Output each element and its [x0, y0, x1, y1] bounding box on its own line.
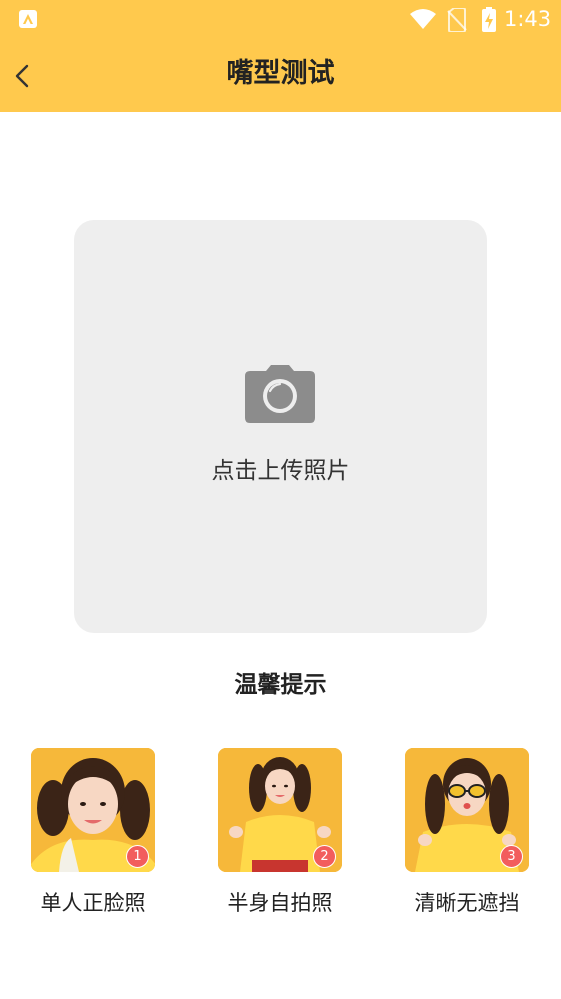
upload-photo-card[interactable]: 点击上传照片 [74, 220, 487, 633]
page-title: 嘴型测试 [226, 58, 335, 89]
unobstructed-face-photo: 3 [405, 748, 529, 872]
status-bar: 1:43 [0, 0, 561, 38]
tip-label: 清晰无遮挡 [414, 891, 520, 915]
frontal-face-photo: 1 [31, 748, 155, 872]
battery-charging-icon [482, 7, 496, 32]
tip-label: 单人正脸照 [40, 891, 146, 915]
status-time: 1:43 [504, 7, 552, 31]
back-arrow-icon [15, 64, 29, 88]
app-header: 1:43 嘴型测试 [0, 0, 561, 112]
half-body-photo: 2 [218, 748, 342, 872]
tip-label: 半身自拍照 [227, 891, 333, 915]
tips-title: 温馨提示 [234, 672, 327, 698]
tip-badge: 3 [500, 845, 523, 868]
app-notification-icon [19, 10, 37, 28]
upload-photo-label: 点击上传照片 [211, 458, 350, 484]
camera-icon [245, 365, 315, 423]
no-sim-icon [447, 8, 467, 32]
wifi-icon [410, 9, 436, 29]
tip-badge: 1 [126, 845, 149, 868]
tip-badge: 2 [313, 845, 336, 868]
back-button[interactable] [8, 56, 40, 96]
